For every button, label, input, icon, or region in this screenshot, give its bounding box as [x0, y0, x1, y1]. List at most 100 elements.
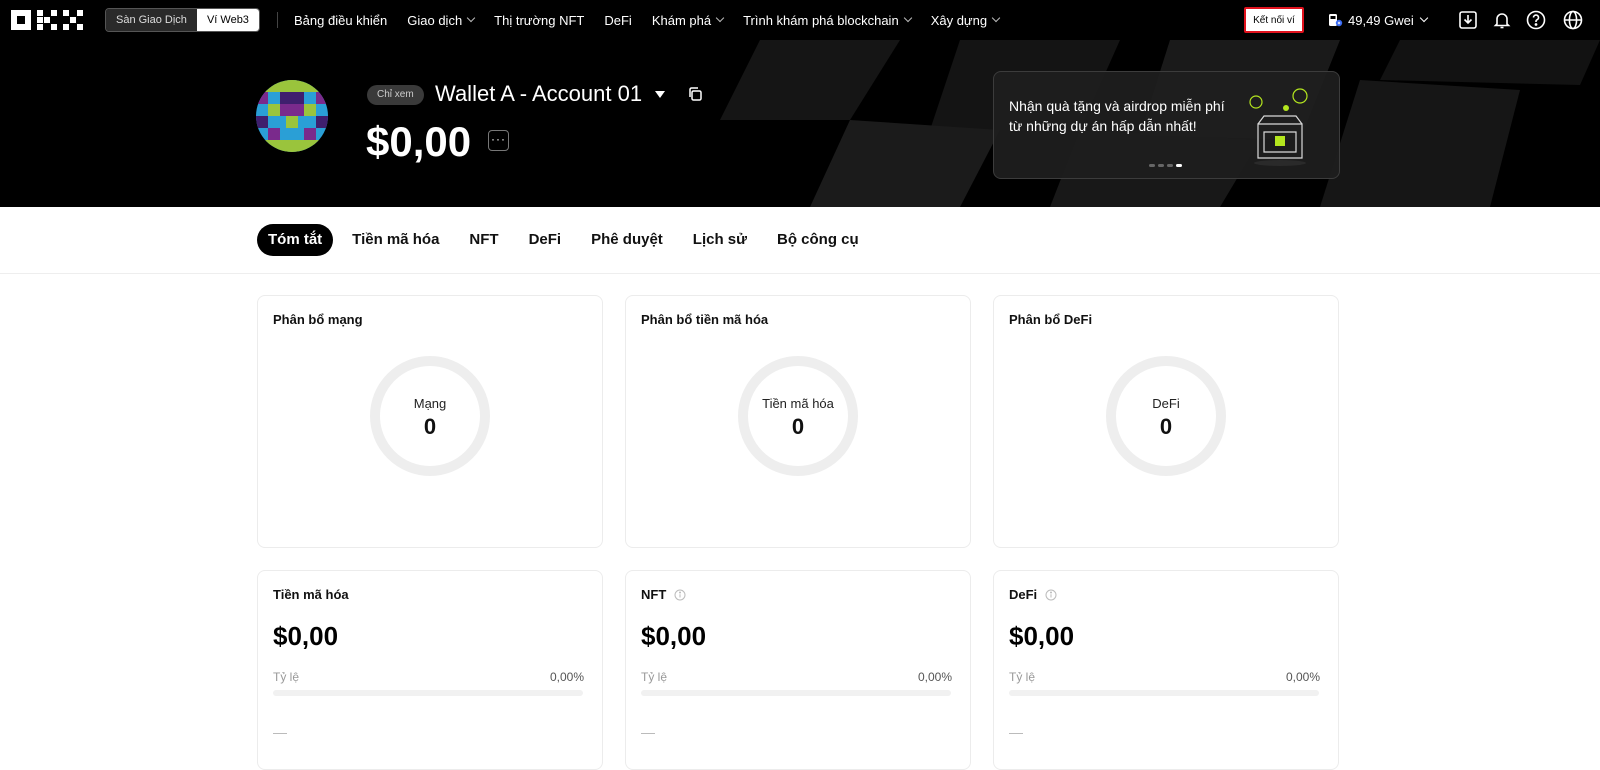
carousel-dot[interactable]	[1167, 164, 1173, 167]
donut-value: 0	[1159, 414, 1173, 439]
value-card: NFT $0,00 Tỷ lệ 0,00%	[625, 570, 971, 770]
carousel-dots[interactable]	[1149, 164, 1182, 167]
copy-icon[interactable]	[687, 86, 703, 102]
info-icon[interactable]	[1045, 589, 1057, 601]
wallet-avatar	[256, 80, 328, 152]
chevron-down-icon	[466, 13, 476, 23]
chevron-down-icon	[1419, 13, 1429, 23]
more-options-button[interactable]: ···	[488, 130, 509, 151]
caret-down-icon[interactable]	[655, 91, 665, 98]
nav-divider	[277, 12, 278, 28]
wallet-name[interactable]: Wallet A - Account 01	[435, 80, 642, 108]
bell-icon[interactable]	[1491, 9, 1513, 31]
top-navbar: Sàn Giao Dịch Ví Web3 Bảng điều khiển Gia…	[0, 0, 1600, 40]
tab-1[interactable]: Tiền mã hóa	[341, 224, 450, 256]
ratio-progress-bar	[273, 690, 583, 696]
nav-links: Bảng điều khiển Giao dịch Thị trường NFT De…	[294, 0, 1019, 40]
ratio-value: 0,00%	[1285, 670, 1320, 684]
carousel-dot[interactable]	[1149, 164, 1155, 167]
card-amount: $0,00	[273, 621, 339, 651]
tab-0[interactable]: Tóm tắt	[257, 224, 334, 256]
portfolio-tabs: Tóm tắt Tiền mã hóa NFT DeFi Phê duyệt Lịch s…	[257, 224, 878, 256]
card-title: Tiền mã hóa	[273, 587, 349, 602]
ratio-label: Tỷ lệ	[641, 670, 668, 684]
nav-link-1[interactable]: Giao dịch	[407, 12, 476, 28]
donut-label: DeFi	[1152, 396, 1180, 411]
nav-link-5[interactable]: Trình khám phá blockchain	[743, 12, 912, 28]
nav-link-label: Khám phá	[651, 12, 712, 28]
empty-placeholder	[273, 733, 287, 734]
tab-5[interactable]: Lịch sử	[682, 224, 758, 256]
mode-exchange-tab[interactable]: Sàn Giao Dịch	[106, 9, 197, 31]
nav-link-4[interactable]: Khám phá	[651, 12, 725, 28]
gift-chest-icon	[1249, 88, 1308, 166]
tabs-bar: Tóm tắt Tiền mã hóa NFT DeFi Phê duyệt Lịch s…	[0, 207, 1600, 274]
download-icon[interactable]	[1457, 9, 1479, 31]
okx-logo[interactable]	[11, 10, 83, 30]
mode-web3-tab[interactable]: Ví Web3	[196, 9, 259, 31]
card-title: Phân bổ tiền mã hóa	[641, 312, 769, 327]
donut-value: 0	[791, 414, 805, 439]
gas-pump-icon	[1329, 14, 1343, 27]
tab-4[interactable]: Phê duyệt	[580, 224, 674, 256]
card-title: DeFi	[1009, 587, 1057, 602]
nav-link-label: Giao dịch	[407, 12, 463, 28]
donut-chart: DeFi 0	[1106, 356, 1226, 476]
distribution-card: Phân bổ mạng Mạng 0	[257, 295, 603, 548]
carousel-dot[interactable]	[1158, 164, 1164, 167]
chevron-down-icon	[715, 13, 725, 23]
donut-chart: Mạng 0	[370, 356, 490, 476]
chevron-down-icon	[903, 13, 912, 23]
card-title-label: DeFi	[1009, 587, 1038, 602]
empty-placeholder	[641, 733, 655, 734]
info-icon[interactable]	[674, 589, 686, 601]
ratio-value: 0,00%	[917, 670, 952, 684]
gas-price-selector[interactable]: 49,49 Gwei	[1327, 0, 1429, 40]
donut-label: Tiền mã hóa	[762, 396, 834, 411]
mode-switch: Sàn Giao Dịch Ví Web3	[105, 8, 260, 32]
view-only-badge: Chỉ xem	[367, 85, 424, 105]
distribution-card: Phân bổ tiền mã hóa Tiền mã hóa 0	[625, 295, 971, 548]
nav-link-6[interactable]: Xây dựng	[930, 12, 1001, 28]
empty-placeholder	[1009, 733, 1023, 734]
tab-3[interactable]: DeFi	[518, 224, 573, 256]
nav-link-label: Bảng điều khiển	[294, 12, 388, 28]
distribution-card: Phân bổ DeFi DeFi 0	[993, 295, 1339, 548]
ratio-value: 0,00%	[549, 670, 584, 684]
card-amount: $0,00	[641, 621, 707, 651]
promo-text: Nhận quà tặng và airdrop miễn phí từ nhữ…	[1009, 98, 1225, 134]
globe-icon[interactable]	[1562, 9, 1584, 31]
nav-link-label: Xây dựng	[930, 12, 988, 28]
ratio-progress-bar	[641, 690, 951, 696]
nav-link-0[interactable]: Bảng điều khiển	[294, 13, 387, 28]
nav-link-label: Trình khám phá blockchain	[743, 12, 899, 28]
ratio-progress-bar	[1009, 690, 1319, 696]
card-title-label: NFT	[641, 587, 667, 602]
donut-label: Mạng	[413, 396, 447, 411]
wallet-header: Chỉ xem Wallet A - Account 01 $0,00 ··· …	[0, 40, 1600, 207]
nav-link-3[interactable]: DeFi	[604, 13, 631, 28]
help-icon[interactable]	[1525, 9, 1547, 31]
chevron-down-icon	[991, 13, 1001, 23]
card-title: Phân bổ mạng	[273, 312, 363, 327]
connect-wallet-button[interactable]: Kết nối ví	[1244, 7, 1304, 33]
carousel-dot[interactable]	[1176, 164, 1182, 167]
card-title: Phân bổ DeFi	[1009, 312, 1093, 327]
gas-price-value: 49,49 Gwei	[1348, 12, 1414, 28]
donut-value: 0	[423, 414, 437, 439]
tab-2[interactable]: NFT	[458, 224, 509, 256]
value-card: Tiền mã hóa $0,00 Tỷ lệ 0,00%	[257, 570, 603, 770]
ratio-label: Tỷ lệ	[273, 670, 300, 684]
donut-chart: Tiền mã hóa 0	[738, 356, 858, 476]
card-title-label: Tiền mã hóa	[273, 587, 349, 602]
value-card: DeFi $0,00 Tỷ lệ 0,00%	[993, 570, 1339, 770]
card-amount: $0,00	[1009, 621, 1075, 651]
nav-link-label: Thị trường NFT	[494, 12, 585, 28]
card-title: NFT	[641, 587, 686, 602]
nav-link-2[interactable]: Thị trường NFT	[494, 13, 584, 28]
nav-link-label: DeFi	[604, 12, 632, 28]
tab-6[interactable]: Bộ công cụ	[766, 224, 870, 256]
ratio-label: Tỷ lệ	[1009, 670, 1036, 684]
promo-banner[interactable]: Nhận quà tặng và airdrop miễn phí từ nhữ…	[993, 71, 1340, 179]
total-balance: $0,00	[366, 118, 472, 165]
